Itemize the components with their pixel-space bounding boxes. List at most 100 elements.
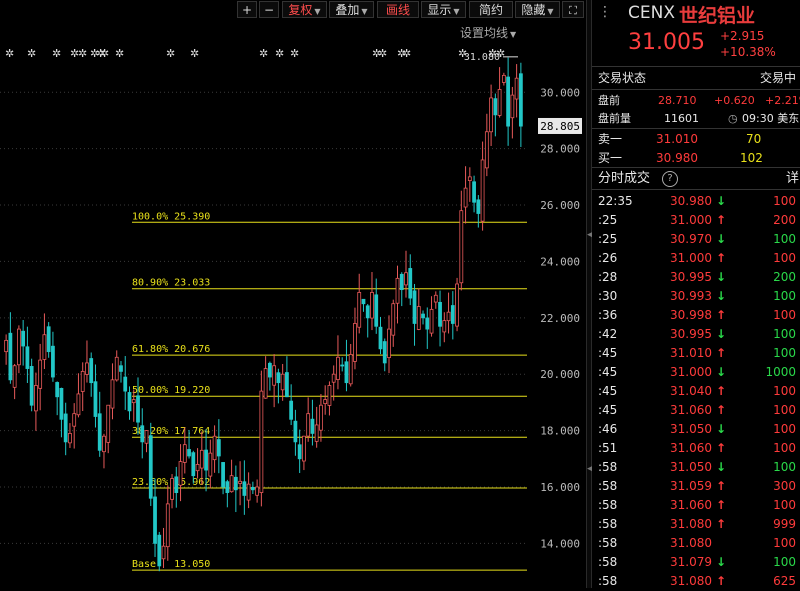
menu-icon[interactable]: ⋮ bbox=[598, 4, 612, 20]
bid-row: 买一 30.980 102 bbox=[592, 149, 800, 168]
tick-row: :58 31.080 ↑ 999 bbox=[592, 515, 800, 534]
info-icon[interactable]: ? bbox=[662, 171, 678, 187]
premarket-volume: 11601 bbox=[664, 112, 699, 125]
candle-body bbox=[242, 481, 247, 496]
candle-body bbox=[297, 444, 302, 460]
bid-volume: 102 bbox=[740, 151, 763, 165]
candle-body bbox=[289, 400, 294, 420]
candle-body bbox=[510, 94, 515, 119]
hide-dropdown[interactable]: 隐藏 ▼ bbox=[515, 1, 560, 18]
simple-mode-button[interactable]: 简约 bbox=[469, 1, 513, 18]
tick-price: 31.000 bbox=[670, 213, 712, 227]
display-label: 显示 bbox=[427, 3, 452, 17]
candle-body bbox=[374, 294, 379, 327]
display-dropdown[interactable]: 显示 ▼ bbox=[421, 1, 466, 18]
chevron-down-icon: ▼ bbox=[547, 7, 554, 16]
set-ma-link[interactable]: 设置均线 bbox=[460, 26, 508, 40]
tick-row: 22:35 30.980 ↓ 100 bbox=[592, 192, 800, 211]
arrow-up-icon: ↑ bbox=[716, 213, 727, 227]
candle-body bbox=[255, 486, 260, 496]
divider bbox=[592, 189, 800, 190]
arrow-up-icon: ↑ bbox=[716, 251, 727, 265]
candle-body bbox=[233, 476, 238, 491]
candle-body bbox=[225, 481, 230, 494]
arrow-down-icon: ↓ bbox=[716, 194, 727, 208]
tick-volume: 200 bbox=[773, 213, 796, 227]
current-price-label: 28.805 bbox=[540, 120, 580, 133]
tick-row: :58 31.080 100 bbox=[592, 534, 800, 553]
candle-body bbox=[178, 461, 183, 486]
price-change-percent: +10.38% bbox=[720, 45, 776, 59]
candle-body bbox=[157, 534, 162, 567]
tick-volume: 300 bbox=[773, 479, 796, 493]
candle-body bbox=[387, 328, 391, 358]
arrow-down-icon: ↓ bbox=[716, 327, 727, 341]
candle-body bbox=[72, 413, 77, 427]
candle-body bbox=[199, 449, 204, 469]
y-tick-label: 22.000 bbox=[540, 312, 580, 325]
arrow-up-icon: ↑ bbox=[716, 517, 727, 531]
fib-label: Base 13.050 bbox=[132, 559, 210, 570]
tick-time: :45 bbox=[598, 346, 618, 360]
zoom-in-button[interactable]: + bbox=[237, 1, 257, 18]
event-marker-icon: ✲ bbox=[100, 47, 109, 60]
quote-panel: ⋮ CENX 世纪铝业 31.005 +2.915 +10.38% 交易状态 交… bbox=[592, 0, 800, 588]
candle-body bbox=[46, 326, 51, 353]
chevron-down-icon: ▼ bbox=[361, 7, 368, 16]
chevron-down-icon[interactable]: ▼ bbox=[510, 30, 517, 39]
candle-body bbox=[412, 290, 417, 324]
candle-body bbox=[455, 283, 459, 327]
ticks-detail-link[interactable]: 详 bbox=[786, 169, 799, 188]
tick-price: 30.995 bbox=[670, 327, 712, 341]
candle-body bbox=[191, 452, 196, 477]
candle-body bbox=[395, 277, 400, 304]
tick-time: :45 bbox=[598, 384, 618, 398]
fib-label: 50.00% 19.220 bbox=[132, 385, 210, 396]
event-marker-icon: ✲ bbox=[5, 47, 14, 60]
candle-body bbox=[144, 430, 149, 444]
tick-price: 31.060 bbox=[670, 441, 712, 455]
divider bbox=[592, 66, 800, 67]
tick-time: 22:35 bbox=[598, 194, 633, 208]
tick-volume: 200 bbox=[773, 270, 796, 284]
candlestick-chart[interactable]: 100.0% 25.390 80.90% 23.033 61.80% 20.676 5… bbox=[0, 20, 592, 588]
fullscreen-icon[interactable]: ⛶ bbox=[562, 1, 584, 18]
candle-body bbox=[161, 545, 166, 560]
event-marker-icon: ✲ bbox=[496, 47, 505, 60]
candle-body bbox=[518, 73, 523, 127]
tick-time: :25 bbox=[598, 232, 618, 246]
candle-body bbox=[459, 210, 464, 284]
candle-body bbox=[404, 272, 408, 286]
draw-line-button[interactable]: 画线 bbox=[377, 1, 419, 18]
adjust-dropdown[interactable]: 复权 ▼ bbox=[282, 1, 327, 18]
tick-price: 31.060 bbox=[670, 498, 712, 512]
tick-time: :58 bbox=[598, 498, 618, 512]
tick-time: :30 bbox=[598, 289, 618, 303]
candle-body bbox=[106, 404, 111, 443]
candle-body bbox=[489, 97, 493, 133]
candle-body bbox=[472, 181, 476, 203]
tick-price: 31.080 bbox=[670, 517, 712, 531]
candle-body bbox=[17, 328, 21, 366]
event-marker-icon: ✲ bbox=[259, 47, 268, 60]
tick-row: :58 31.059 ↑ 300 bbox=[592, 477, 800, 496]
premarket-label: 盘前 bbox=[598, 94, 620, 107]
tick-time: :58 bbox=[598, 536, 618, 550]
tick-row: :58 31.050 ↓ 100 bbox=[592, 458, 800, 477]
tick-volume: 100 bbox=[773, 232, 796, 246]
last-price: 31.005 bbox=[628, 30, 705, 55]
overlay-dropdown[interactable]: 叠加 ▼ bbox=[329, 1, 374, 18]
candle-body bbox=[246, 483, 251, 501]
arrow-up-icon: ↑ bbox=[716, 346, 727, 360]
candle-body bbox=[123, 376, 128, 392]
candle-body bbox=[467, 176, 472, 182]
event-marker-icon: ✲ bbox=[115, 47, 124, 60]
candle-body bbox=[267, 362, 272, 378]
candle-body bbox=[450, 305, 455, 324]
y-tick-label: 16.000 bbox=[540, 481, 580, 494]
chevron-down-icon: ▼ bbox=[453, 7, 460, 16]
candle-body bbox=[306, 413, 311, 437]
zoom-out-button[interactable]: − bbox=[259, 1, 279, 18]
candle-body bbox=[8, 332, 13, 381]
candle-body bbox=[4, 339, 9, 353]
